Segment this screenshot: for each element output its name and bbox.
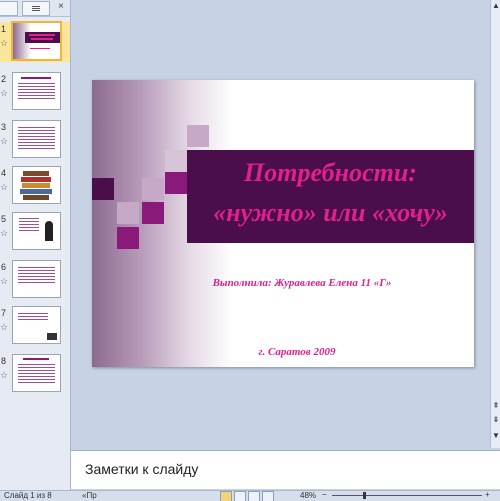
- previous-slide-icon[interactable]: ⇞: [491, 400, 500, 412]
- slide-thumbnail-8[interactable]: 8 ☆: [0, 354, 70, 394]
- slide-number: 5: [1, 214, 7, 224]
- slide-thumbnail-2[interactable]: 2 ☆: [0, 72, 70, 112]
- decor-square: [92, 178, 114, 200]
- thumbnail-image: [11, 21, 62, 61]
- decor-square: [187, 125, 209, 147]
- thumbnail-image: [12, 212, 61, 250]
- slide-thumbnail-7[interactable]: 7 ☆: [0, 306, 70, 346]
- slide-number: 4: [1, 168, 7, 178]
- notes-pane[interactable]: Заметки к слайду: [71, 450, 500, 489]
- transition-star-icon: ☆: [0, 228, 9, 238]
- next-slide-icon[interactable]: ⇟: [491, 414, 500, 426]
- transition-star-icon: ☆: [0, 322, 9, 332]
- decor-square: [117, 202, 139, 224]
- slide-thumbnail-5[interactable]: 5 ☆: [0, 212, 70, 252]
- transition-star-icon: ☆: [0, 38, 9, 48]
- slide-subtitle-author[interactable]: Выполнила: Журавлева Елена 11 «Г»: [172, 277, 432, 289]
- slide-number: 2: [1, 74, 7, 84]
- slide-city-year[interactable]: г. Саратов 2009: [202, 346, 392, 358]
- slide-number: 1: [1, 24, 7, 34]
- decor-square: [117, 227, 139, 249]
- transition-star-icon: ☆: [0, 370, 9, 380]
- decor-square: [142, 178, 164, 200]
- scroll-down-icon[interactable]: ▼: [491, 430, 500, 442]
- slide-canvas[interactable]: Потребности: «нужно» или «хочу» Выполнил…: [92, 80, 474, 367]
- transition-star-icon: ☆: [0, 136, 9, 146]
- thumbnail-image: [12, 260, 61, 298]
- zoom-in-icon[interactable]: +: [485, 491, 490, 499]
- decor-square: [142, 202, 164, 224]
- decor-square: [165, 150, 187, 172]
- close-pane-icon[interactable]: ×: [58, 1, 64, 12]
- notes-placeholder[interactable]: Заметки к слайду: [85, 461, 198, 477]
- tab-outline[interactable]: [22, 1, 50, 16]
- slide-number: 8: [1, 356, 7, 366]
- thumbnail-image: [12, 166, 61, 204]
- status-bar: Слайд 1 из 8 «Пр 48% − +: [0, 490, 500, 501]
- thumbnail-image: [12, 354, 61, 392]
- slide-number: 6: [1, 262, 7, 272]
- zoom-slider-knob[interactable]: [362, 492, 366, 499]
- slide-title-line-2[interactable]: «нужно» или «хочу»: [187, 198, 474, 228]
- slide-number: 3: [1, 122, 7, 132]
- slide-number: 7: [1, 308, 7, 318]
- pane-tabs: ×: [0, 0, 70, 17]
- slide-title-line-1[interactable]: Потребности:: [187, 158, 474, 188]
- decor-square: [165, 172, 187, 194]
- slides-pane: × 1 ☆ 2 ☆ 3 ☆ 4 ☆ 5 ☆ 6 ☆ 7 ☆ 8 ☆: [0, 0, 71, 490]
- slide-thumbnail-3[interactable]: 3 ☆: [0, 120, 70, 160]
- thumbnail-image: [12, 72, 61, 110]
- tab-slides[interactable]: [0, 1, 18, 16]
- outline-icon: [32, 5, 40, 7]
- vertical-scrollbar[interactable]: ▲ ⇞ ⇟ ▼: [490, 0, 500, 448]
- slide-editing-area: Потребности: «нужно» или «хочу» Выполнил…: [71, 0, 490, 448]
- zoom-out-icon[interactable]: −: [322, 491, 327, 499]
- slide-thumbnail-6[interactable]: 6 ☆: [0, 260, 70, 300]
- zoom-slider[interactable]: [332, 495, 482, 496]
- slide-thumbnail-4[interactable]: 4 ☆: [0, 166, 70, 206]
- thumbnail-image: [12, 306, 61, 344]
- transition-star-icon: ☆: [0, 182, 9, 192]
- transition-star-icon: ☆: [0, 88, 9, 98]
- slide-thumbnail-1[interactable]: 1 ☆: [0, 21, 70, 62]
- scroll-up-icon[interactable]: ▲: [491, 0, 500, 12]
- transition-star-icon: ☆: [0, 276, 9, 286]
- thumbnail-image: [12, 120, 61, 158]
